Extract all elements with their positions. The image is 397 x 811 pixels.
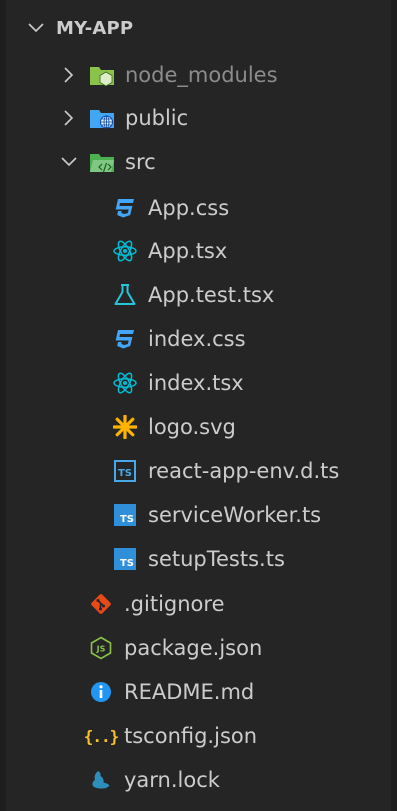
tree-item-label: .gitignore: [124, 592, 225, 616]
typescript-icon: TS: [112, 502, 138, 528]
chevron-right-icon: [61, 65, 77, 85]
css-icon: [112, 195, 138, 221]
file-explorer: MY-APP node_modules public src App.css A…: [0, 0, 397, 811]
tree-item-app-test-tsx[interactable]: App.test.tsx: [6, 273, 391, 317]
tree-item-label: src: [125, 150, 156, 174]
typescript-icon: TS: [112, 546, 138, 572]
react-icon: [112, 238, 138, 264]
tree-item-label: setupTests.ts: [148, 547, 285, 571]
tree-item-label: index.css: [148, 327, 246, 351]
tree-item-label: react-app-env.d.ts: [148, 459, 340, 483]
tree-item-logo-svg[interactable]: logo.svg: [6, 405, 391, 449]
tree-item-tsconfig[interactable]: {..} tsconfig.json: [6, 714, 391, 758]
tree-item-src[interactable]: src: [6, 140, 391, 184]
public-folder-icon: [89, 105, 115, 131]
css-icon: [112, 326, 138, 352]
tree-item-label: serviceWorker.ts: [148, 503, 322, 527]
tree-item-label: node_modules: [125, 63, 278, 87]
tree-item-label: logo.svg: [148, 415, 236, 439]
chevron-down-icon: [28, 18, 44, 38]
tree-item-label: public: [125, 106, 189, 130]
tree-item-label: index.tsx: [148, 371, 244, 395]
explorer-root-header[interactable]: MY-APP: [6, 6, 391, 50]
svg-asterisk-icon: [112, 414, 138, 440]
git-icon: [88, 591, 114, 617]
yarn-icon: [88, 767, 114, 793]
tree-item-public[interactable]: public: [6, 96, 391, 140]
tree-item-label: App.tsx: [148, 239, 228, 263]
tree-item-label: tsconfig.json: [124, 724, 258, 748]
react-icon: [112, 370, 138, 396]
tree-item-label: yarn.lock: [124, 768, 220, 792]
tree-item-readme[interactable]: README.md: [6, 670, 391, 714]
node-folder-icon: [89, 62, 115, 88]
tree-item-react-app-env[interactable]: TS react-app-env.d.ts: [6, 449, 391, 493]
typescript-def-icon: TS: [112, 458, 138, 484]
nodejs-icon: JS: [88, 635, 114, 661]
tree-item-label: package.json: [124, 636, 263, 660]
tree-item-yarn-lock[interactable]: yarn.lock: [6, 758, 391, 802]
tree-item-service-worker[interactable]: TS serviceWorker.ts: [6, 493, 391, 537]
tree-item-app-tsx[interactable]: App.tsx: [6, 229, 391, 273]
src-folder-icon: [89, 149, 115, 175]
svg-text:JS: JS: [96, 645, 106, 654]
info-icon: [88, 679, 114, 705]
json-braces-icon: {..}: [83, 726, 120, 746]
explorer-root-label: MY-APP: [56, 17, 134, 39]
tree-item-index-css[interactable]: index.css: [6, 317, 391, 361]
chevron-down-icon: [61, 152, 77, 172]
tree-item-index-tsx[interactable]: index.tsx: [6, 361, 391, 405]
chevron-right-icon: [61, 108, 77, 128]
tree-item-node-modules[interactable]: node_modules: [6, 53, 391, 97]
tree-item-gitignore[interactable]: .gitignore: [6, 582, 391, 626]
test-flask-icon: [112, 282, 138, 308]
tree-item-label: App.css: [148, 196, 230, 220]
tree-item-label: App.test.tsx: [148, 283, 275, 307]
tree-item-setup-tests[interactable]: TS setupTests.ts: [6, 537, 391, 581]
tree-item-label: README.md: [124, 680, 255, 704]
tree-item-package-json[interactable]: JS package.json: [6, 626, 391, 670]
tree-item-app-css[interactable]: App.css: [6, 186, 391, 230]
